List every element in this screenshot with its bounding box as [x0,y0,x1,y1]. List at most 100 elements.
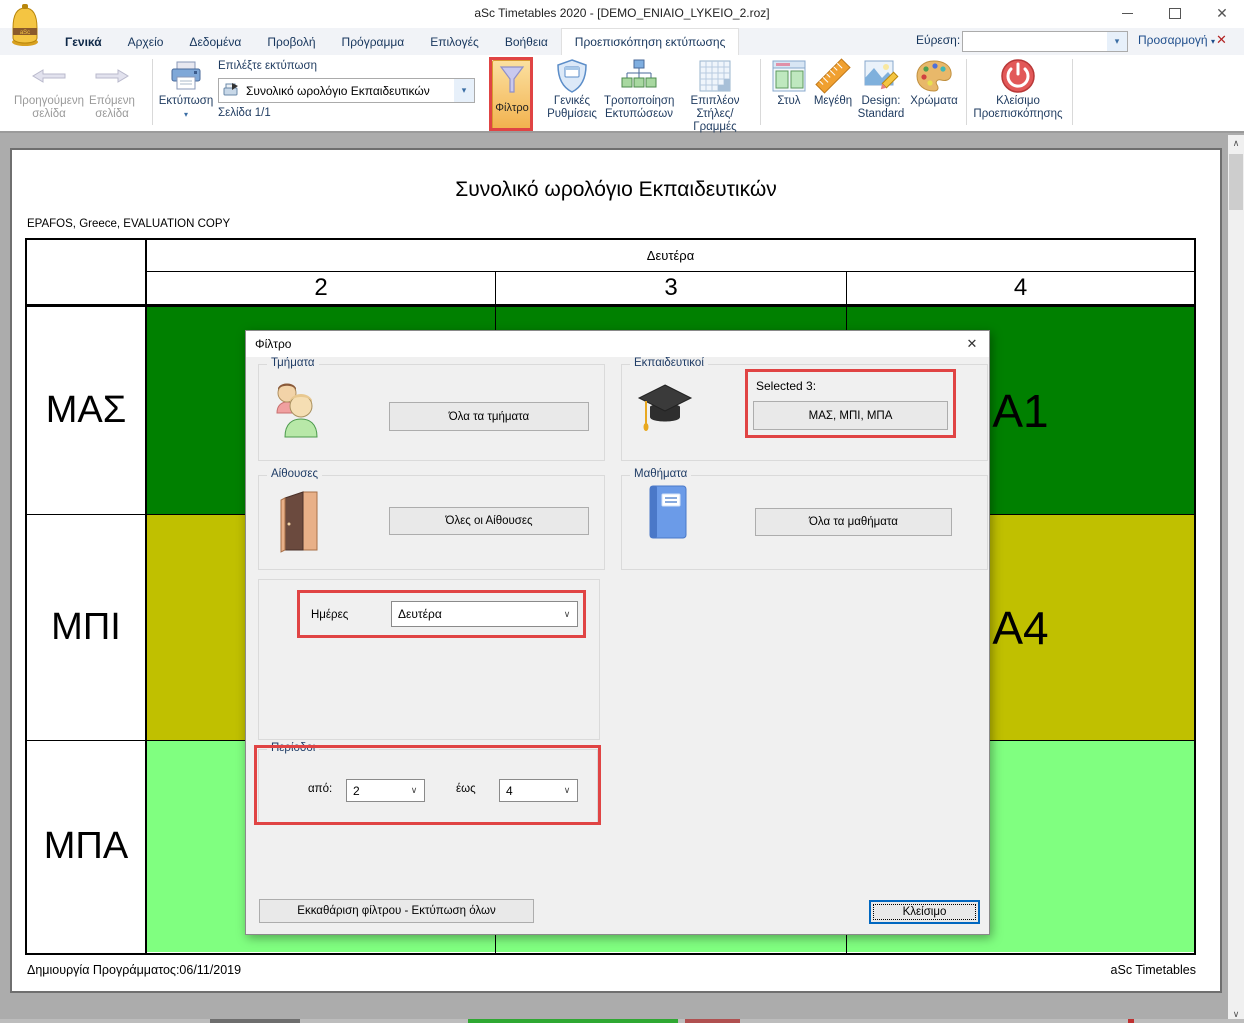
chevron-down-icon: ∨ [404,785,424,796]
rooms-group-label: Αίθουσες [267,468,322,480]
period-from-combobox[interactable]: 2 ∨ [346,779,425,802]
app-bell-icon[interactable]: aSc [6,2,44,50]
teachers-group-label: Εκπαιδευτικοί [630,357,708,369]
ribbon-separator [1072,59,1073,125]
menu-programma[interactable]: Πρόγραμμα [329,29,418,56]
menu-genika[interactable]: Γενικά [52,29,115,56]
periods-group-label: Περίοδοι [267,742,319,754]
dialog-close-action-button[interactable]: Κλείσιμο [869,900,980,924]
customize-menu[interactable]: Προσαρμογή ▾ [1138,33,1215,47]
close-icon: ✕ [967,336,978,352]
all-subjects-button[interactable]: Όλα τα μαθήματα [755,508,952,536]
printer-icon [156,57,216,95]
funnel-icon [493,65,531,100]
close-button[interactable]: ✕ [1205,0,1239,26]
evaluation-watermark: EPAFOS, Greece, EVALUATION COPY [27,218,230,230]
two-people-icon [267,379,325,444]
menu-provoli[interactable]: Προβολή [254,29,328,56]
document-title: Συνολικό ωρολόγιο Εκπαιδευτικών [12,178,1220,202]
combo-dropdown-icon[interactable]: ▾ [454,79,474,102]
colors-button[interactable]: Χρώματα [906,57,962,108]
dialog-close-button[interactable]: ✕ [958,333,986,355]
close-icon: ✕ [1216,5,1228,22]
customize-close-icon[interactable]: ✕ [1216,32,1227,48]
design-button[interactable]: Design: Standard [856,57,906,121]
ruler-icon [810,57,856,95]
close-preview-button[interactable]: Κλείσιμο Προεπισκόπησης [968,57,1068,121]
dialog-title: Φίλτρο [255,337,291,351]
filter-dialog: Φίλτρο ✕ Τμήματα Όλα τα τμήματα Εκπαιδευ… [245,330,990,935]
print-type-icon [219,82,240,100]
search-input[interactable]: ▾ [962,31,1128,52]
menu-epiloges[interactable]: Επιλογές [417,29,492,56]
maximize-button[interactable] [1158,0,1192,26]
period-from-label: από: [308,783,332,795]
teacher-row-label: ΜΠΑ [27,741,145,952]
teacher-row-label: ΜΠΙ [27,515,145,740]
period-header: 3 [496,272,846,304]
scroll-up-icon[interactable]: ∧ [1228,135,1244,152]
door-icon [277,488,323,557]
subjects-groupbox: Μαθήματα Όλα τα μαθήματα [621,475,988,570]
print-button[interactable]: Εκτύπωση ▾ [156,57,216,121]
vertical-scrollbar[interactable]: ∧ ∨ [1228,135,1244,1023]
filter-button[interactable]: Φίλτρο [492,60,532,130]
rooms-groupbox: Αίθουσες Όλες οι Αίθουσες [258,475,605,570]
print-selection-combobox[interactable]: Συνολικό ωρολόγιο Εκπαιδευτικών ▾ [218,78,475,103]
ribbon-separator [760,59,761,125]
next-page-button[interactable]: Επόμενη σελίδα [80,57,144,121]
chevron-down-icon: ▾ [1211,37,1215,46]
minimize-button[interactable] [1110,0,1144,26]
search-label: Εύρεση: [916,33,960,47]
classes-groupbox: Τμήματα Όλα τα τμήματα [258,364,605,461]
period-header: 4 [847,272,1194,304]
search-dropdown-icon[interactable]: ▾ [1107,32,1127,51]
menu-arxeio[interactable]: Αρχείο [115,29,177,56]
all-classes-button[interactable]: Όλα τα τμήματα [389,402,589,431]
chevron-down-icon: ∨ [557,785,577,796]
minimize-icon [1122,13,1133,14]
menu-dedomena[interactable]: Δεδομένα [176,29,254,56]
menu-voitheia[interactable]: Βοήθεια [492,29,561,56]
dialog-title-bar: Φίλτρο ✕ [246,331,989,357]
classes-group-label: Τμήματα [267,357,319,369]
select-print-label: Επιλέξτε εκτύπωση [218,60,317,72]
days-label: Ημέρες [311,609,348,621]
menu-row: ΓενικάΑρχείοΔεδομέναΠροβολήΠρόγραμμαΕπιλ… [0,28,1244,55]
ribbon-separator [966,59,967,125]
modify-prints-button[interactable]: Τροποποίηση Εκτυπώσεων [604,57,674,121]
book-icon [644,482,690,545]
scrollbar-thumb[interactable] [1229,154,1243,210]
days-combobox[interactable]: Δευτέρα ∨ [391,601,578,627]
window-title: aSc Timetables 2020 - [DEMO_ENIAIO_LYKEI… [0,6,1244,20]
period-header: 2 [147,272,495,304]
clear-filter-button[interactable]: Εκκαθάριση φίλτρου - Εκτύπωση όλων [259,899,534,923]
taskbar-edge [0,1019,1244,1023]
day-header: Δευτέρα [147,240,1194,271]
chevron-down-icon: ▾ [156,108,216,121]
extra-columns-rows-button[interactable]: Επιπλέον Στήλες/Γραμμές [676,57,754,134]
teachers-selected-label: Selected 3: [756,379,816,393]
ribbon-separator [152,59,153,125]
selected-teachers-button[interactable]: ΜΑΣ, ΜΠΙ, ΜΠΑ [753,401,948,430]
chevron-down-icon: ∨ [557,609,577,620]
period-to-combobox[interactable]: 4 ∨ [499,779,578,802]
svg-text:aSc: aSc [20,30,30,36]
tab-print-preview[interactable]: Προεπισκόπηση εκτύπωσης [561,28,740,56]
style-button[interactable]: Στυλ [768,57,810,108]
maximize-icon [1169,8,1181,19]
sizes-button[interactable]: Μεγέθη [810,57,856,108]
footer-app-name: aSc Timetables [1111,963,1196,977]
power-icon [968,57,1068,95]
graduation-cap-icon [636,381,694,438]
teacher-row-label: ΜΑΣ [27,307,145,514]
palette-icon [906,57,962,95]
general-settings-button[interactable]: Γενικές Ρυθμίσεις [540,57,604,121]
title-bar: aSc Timetables 2020 - [DEMO_ENIAIO_LYKEI… [0,0,1244,28]
subjects-group-label: Μαθήματα [630,468,691,480]
all-rooms-button[interactable]: Όλες οι Αίθουσες [389,507,589,535]
page-indicator: Σελίδα 1/1 [218,107,271,119]
window-panels-icon [768,57,810,95]
shield-icon [540,57,604,95]
footer-creation-date: Δημιουργία Προγράμματος:06/11/2019 [27,963,241,977]
